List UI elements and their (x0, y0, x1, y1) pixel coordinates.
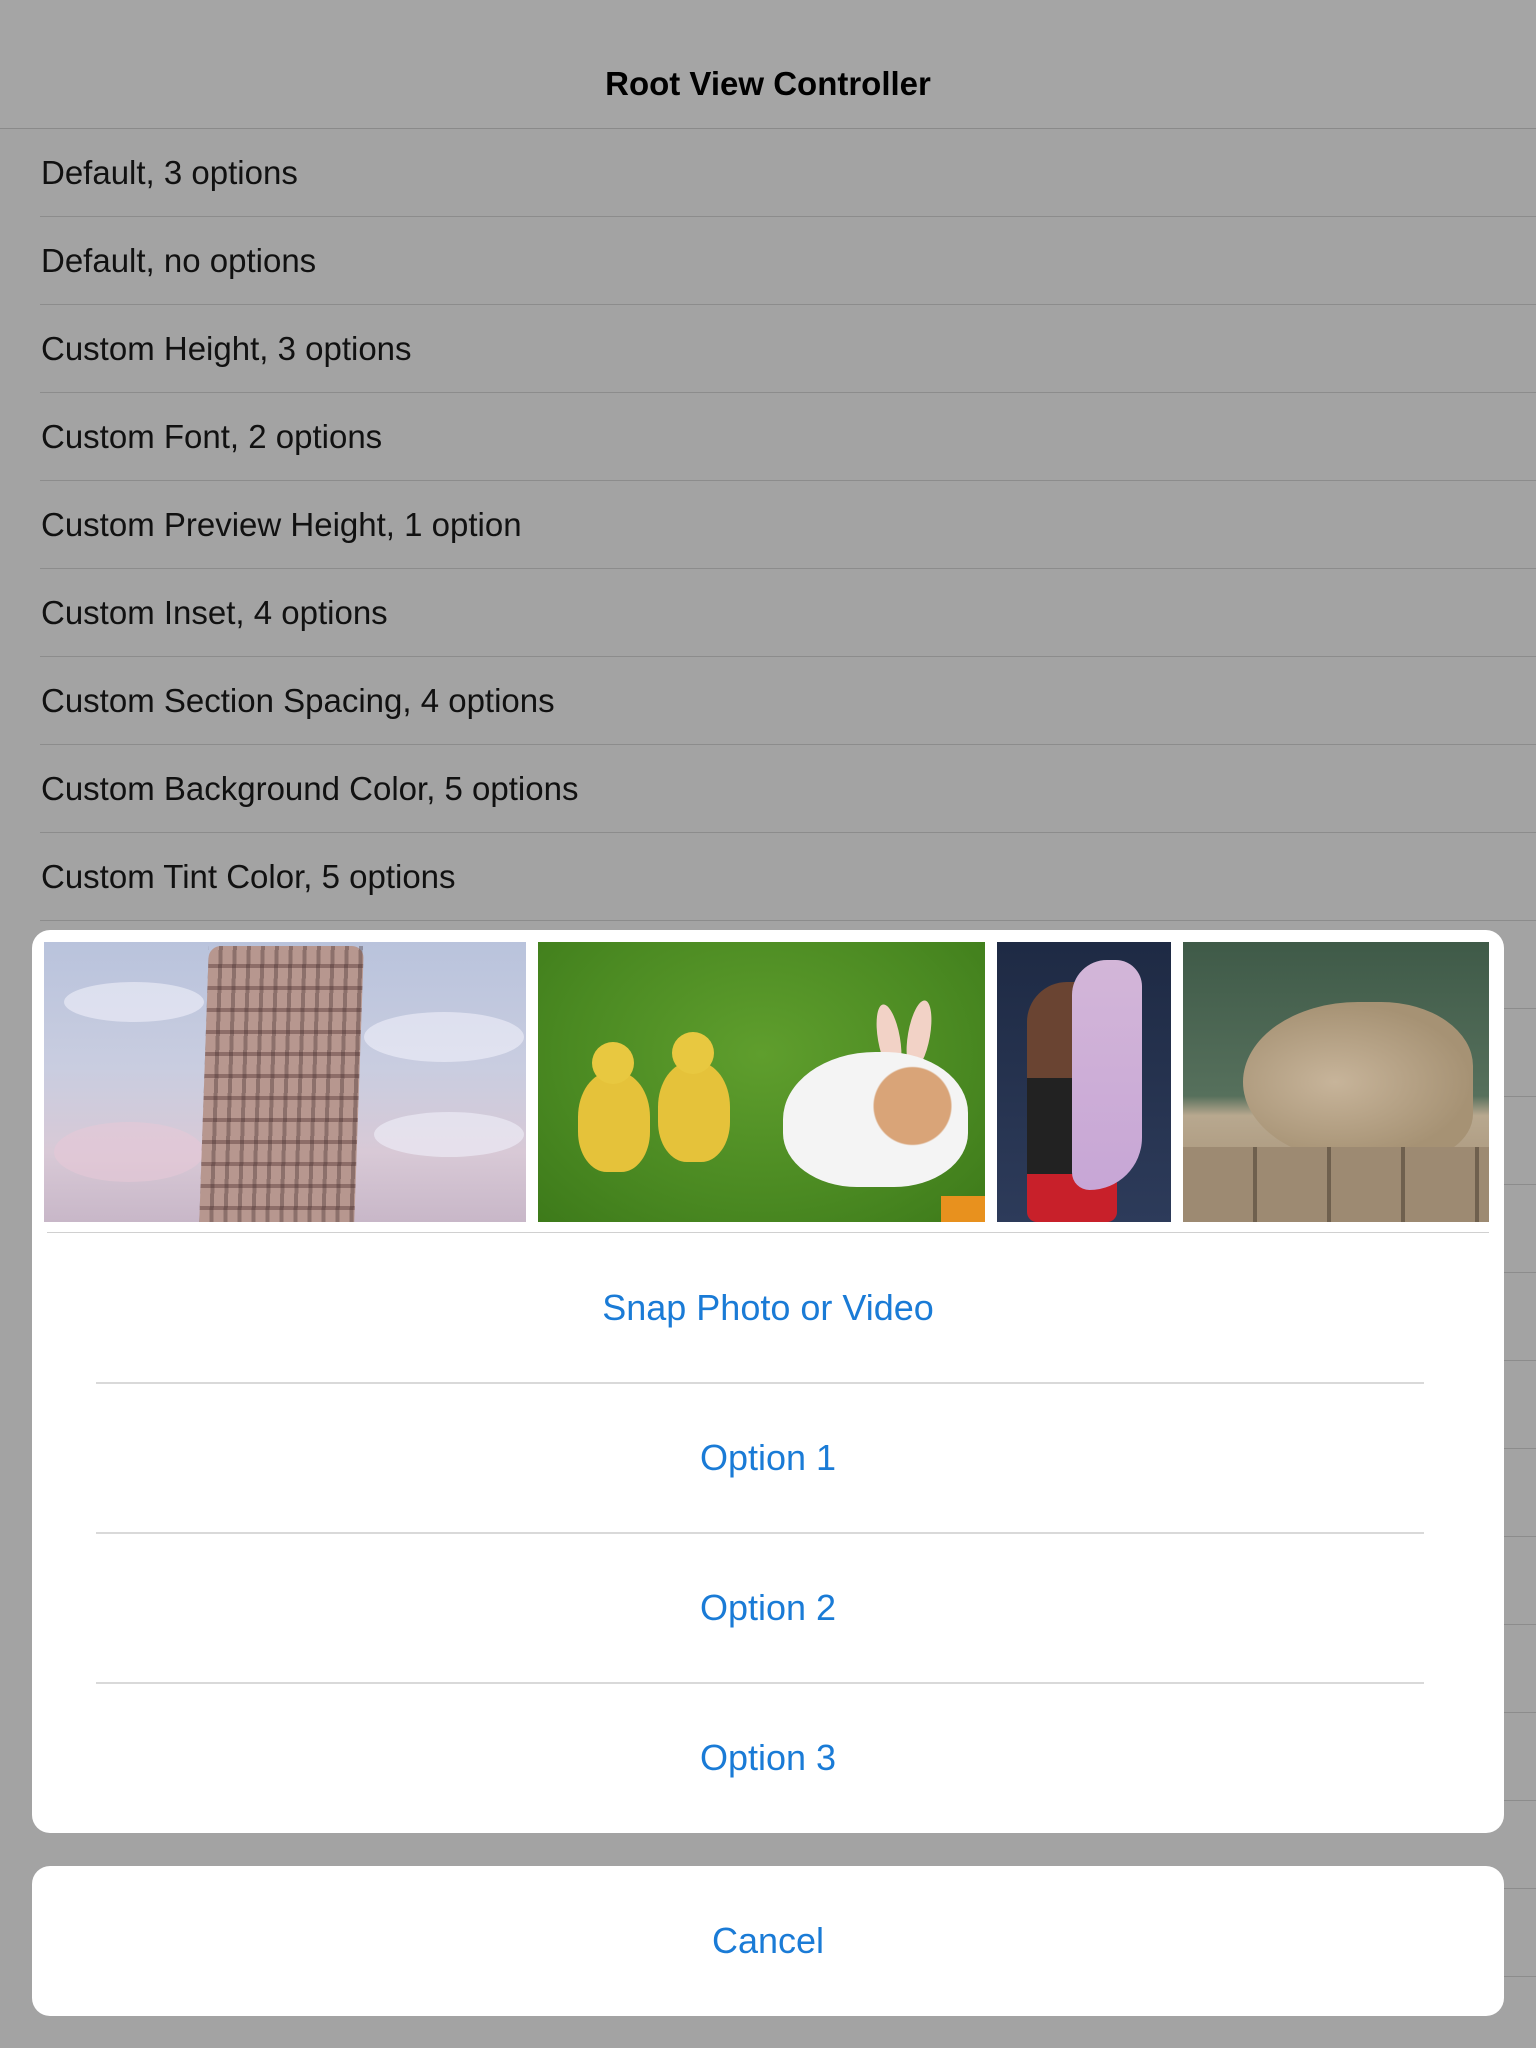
rabbit-shape (783, 1052, 968, 1187)
table-row[interactable]: Custom Inset, 4 options (0, 569, 1536, 657)
table-row[interactable]: Custom Preview Height, 1 option (0, 481, 1536, 569)
table-row[interactable]: Custom Font, 2 options (0, 393, 1536, 481)
navigation-bar: Root View Controller (0, 0, 1536, 129)
snap-photo-button[interactable]: Snap Photo or Video (32, 1233, 1504, 1383)
row-label: Custom Section Spacing, 4 options (41, 682, 555, 719)
table-row[interactable]: Custom Section Spacing, 4 options (0, 657, 1536, 745)
row-label: Custom Tint Color, 5 options (41, 858, 456, 895)
table-row[interactable]: Custom Height, 3 options (0, 305, 1536, 393)
table-row[interactable]: Default, no options (0, 217, 1536, 305)
preview-ducklings-photo[interactable] (538, 942, 985, 1222)
row-label: Custom Preview Height, 1 option (41, 506, 522, 543)
option-3-button[interactable]: Option 3 (32, 1683, 1504, 1833)
cancel-button[interactable]: Cancel (32, 1866, 1504, 2016)
watermark-icon (941, 1196, 985, 1222)
squirrel-shape (1243, 1002, 1473, 1162)
table-row[interactable]: Default, 3 options (0, 129, 1536, 217)
duckling-shape (658, 1032, 730, 1162)
preview-athlete-photo[interactable] (997, 942, 1171, 1222)
row-label: Custom Font, 2 options (41, 418, 383, 455)
table-row[interactable]: Custom Background Color, 5 options (0, 745, 1536, 833)
row-label: Custom Background Color, 5 options (41, 770, 579, 807)
duckling-shape (578, 1042, 650, 1172)
nav-title: Root View Controller (605, 65, 931, 102)
table-row[interactable]: Custom Tint Color, 5 options (0, 833, 1536, 921)
tower-shape (199, 946, 364, 1222)
preview-squirrel-photo[interactable] (1183, 942, 1489, 1222)
row-label: Custom Height, 3 options (41, 330, 412, 367)
row-label: Default, no options (41, 242, 317, 279)
row-label: Default, 3 options (41, 154, 298, 191)
row-label: Custom Inset, 4 options (41, 594, 388, 631)
hair-shape (1072, 960, 1142, 1190)
option-2-button[interactable]: Option 2 (32, 1533, 1504, 1683)
preview-leaning-tower-photo[interactable] (44, 942, 526, 1222)
fence-shape (1183, 1147, 1489, 1222)
option-1-button[interactable]: Option 1 (32, 1383, 1504, 1533)
action-sheet: Snap Photo or Video Option 1 Option 2 Op… (32, 930, 1504, 1833)
image-preview-strip[interactable] (44, 942, 1492, 1222)
